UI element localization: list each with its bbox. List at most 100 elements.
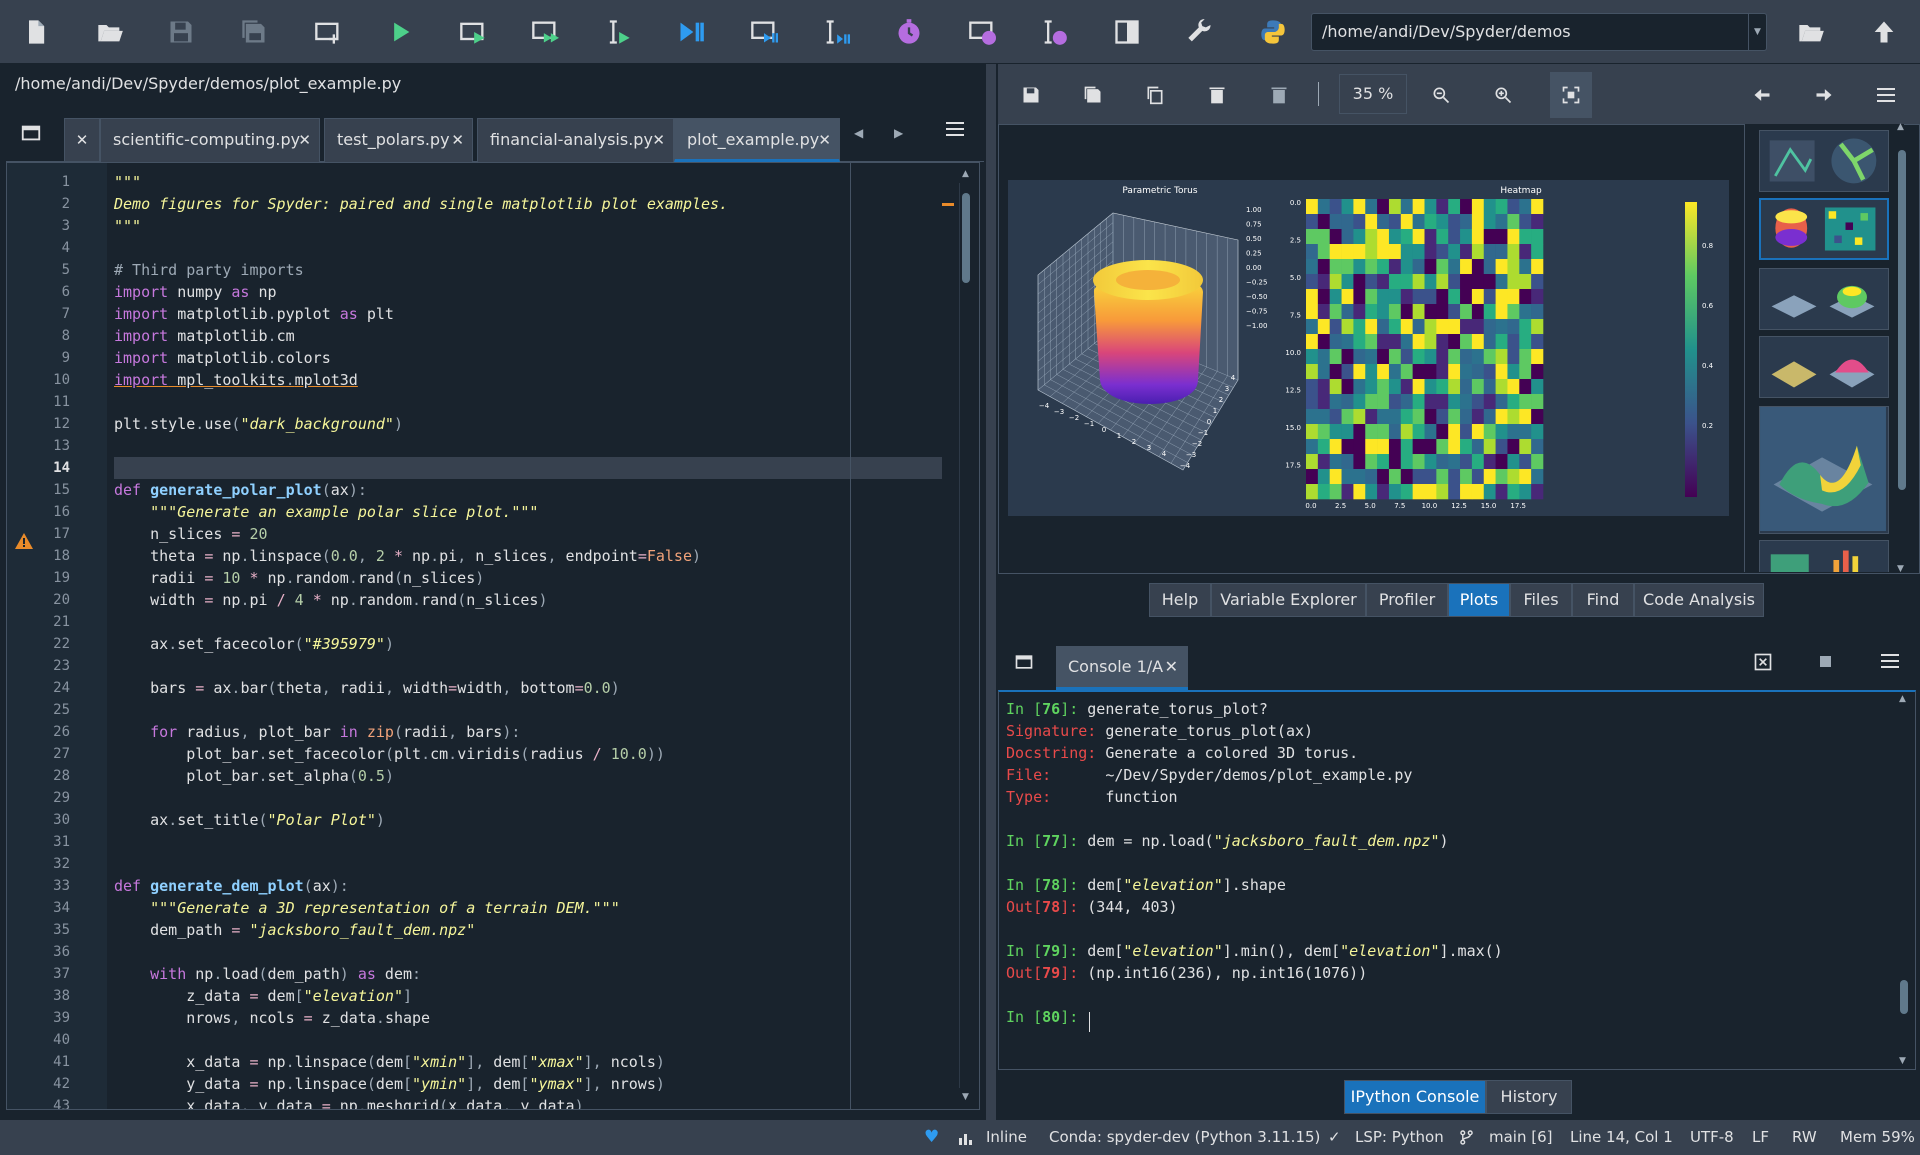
browse-folder-icon[interactable] <box>1793 14 1829 50</box>
parent-dir-icon[interactable] <box>1866 14 1902 50</box>
chevron-up-icon[interactable]: ▲ <box>962 169 969 179</box>
arrow-left-icon[interactable] <box>1747 80 1777 110</box>
chevron-up-icon[interactable]: ▲ <box>1897 122 1904 132</box>
editor-tab[interactable]: test_polars.py ✕ <box>324 118 473 162</box>
editor-tab[interactable]: financial-analysis.py ✕ <box>477 118 674 162</box>
browse-tabs-icon[interactable] <box>1014 652 1034 676</box>
run-cell-advance-icon[interactable] <box>527 14 563 50</box>
tab-ipython-console[interactable]: IPython Console <box>1344 1080 1486 1114</box>
zoom-level-field[interactable]: 35 % <box>1339 74 1407 114</box>
heatmap-cell <box>1436 334 1449 350</box>
debug-cell-icon[interactable] <box>746 14 782 50</box>
tab-files[interactable]: Files <box>1510 583 1572 617</box>
profile-selection-icon[interactable] <box>1036 14 1072 50</box>
scroll-tabs-left-icon[interactable]: ◀ <box>854 126 863 140</box>
new-cell-icon[interactable] <box>310 14 346 50</box>
debug-icon[interactable] <box>673 14 709 50</box>
arrow-right-icon[interactable] <box>1809 80 1839 110</box>
status-conda-env[interactable]: Conda: spyder-dev (Python 3.11.15) <box>1049 1120 1320 1155</box>
stop-icon[interactable] <box>1820 656 1831 667</box>
tab-help[interactable]: Help <box>1149 583 1211 617</box>
new-file-icon[interactable] <box>18 14 54 50</box>
console-tab[interactable]: Console 1/A ✕ <box>1056 646 1188 690</box>
heatmap-cell <box>1317 349 1330 365</box>
save-plot-icon[interactable] <box>1016 80 1046 110</box>
chevron-down-icon[interactable]: ▼ <box>1748 14 1766 50</box>
status-git-branch[interactable]: main [6] <box>1489 1120 1553 1155</box>
close-icon[interactable]: ✕ <box>451 119 464 161</box>
profile-icon[interactable] <box>891 14 927 50</box>
warning-icon[interactable] <box>15 533 33 549</box>
editor-tab[interactable]: scientific-computing.py ✕ <box>100 118 320 162</box>
run-cell-icon[interactable] <box>455 14 491 50</box>
chevron-down-icon[interactable]: ▼ <box>1899 1056 1906 1066</box>
code-line: ax.set_title("Polar Plot") <box>114 811 385 829</box>
tab-find[interactable]: Find <box>1572 583 1634 617</box>
options-menu-icon[interactable] <box>1881 654 1899 672</box>
tab-profiler[interactable]: Profiler <box>1366 583 1448 617</box>
zoom-out-icon[interactable] <box>1426 80 1456 110</box>
working-directory-combobox[interactable]: /home/andi/Dev/Spyder/demos ▼ <box>1311 13 1767 51</box>
trash-all-icon[interactable] <box>1264 80 1294 110</box>
save-all-icon[interactable] <box>236 14 272 50</box>
heatmap-cell <box>1495 424 1508 440</box>
remove-all-variables-icon[interactable] <box>1753 652 1773 676</box>
heatmap-cell <box>1424 349 1437 365</box>
options-menu-icon[interactable] <box>946 122 964 140</box>
tab-plots[interactable]: Plots <box>1448 583 1510 617</box>
status-backend[interactable]: Inline <box>986 1120 1027 1155</box>
plot-thumbnail[interactable] <box>1759 130 1889 192</box>
plot-thumbnail-selected[interactable] <box>1759 198 1889 260</box>
ipython-console[interactable]: In [76]: generate_torus_plot? Signature: … <box>998 690 1916 1070</box>
chevron-up-icon[interactable]: ▲ <box>1899 694 1906 704</box>
heatmap-cell <box>1460 424 1473 440</box>
save-icon[interactable] <box>163 14 199 50</box>
open-file-icon[interactable] <box>92 14 128 50</box>
scroll-tabs-right-icon[interactable]: ▶ <box>894 126 903 140</box>
save-all-plots-icon[interactable] <box>1078 80 1108 110</box>
plot-thumbnail[interactable] <box>1759 540 1889 572</box>
heatmap-cell <box>1377 289 1390 305</box>
plot-figure[interactable]: Parametric Torus Heatmap 1.00 0.75 0.50 0.2… <box>1008 180 1729 516</box>
options-menu-icon[interactable] <box>1871 80 1901 110</box>
console-scrollbar[interactable]: ▲ ▼ <box>1898 694 1910 1066</box>
z-tick-label: 0.75 <box>1246 221 1262 229</box>
close-icon[interactable]: ✕ <box>818 119 831 161</box>
close-icon[interactable]: ✕ <box>652 119 665 161</box>
fit-plot-icon[interactable] <box>1550 72 1592 118</box>
editor-scrollbar[interactable]: ▲ ▼ <box>959 169 971 1102</box>
status-lsp[interactable]: LSP: Python <box>1355 1120 1444 1155</box>
heatmap-cell <box>1329 484 1342 500</box>
code-editor[interactable]: 1 2 3 4 5 6 7 8 9 10 11 12 13 14 15 16 17 18 19 20 21 22 23 24 2… <box>6 162 980 1110</box>
zoom-in-icon[interactable] <box>1488 80 1518 110</box>
run-icon[interactable] <box>382 14 418 50</box>
maximize-pane-icon[interactable] <box>1109 14 1145 50</box>
heatmap-cell <box>1317 334 1330 350</box>
plot-thumbnail[interactable] <box>1759 336 1889 398</box>
profile-cell-icon[interactable] <box>964 14 1000 50</box>
plot-thumbnail[interactable] <box>1759 268 1889 330</box>
copy-icon[interactable] <box>1140 80 1170 110</box>
close-icon[interactable]: ✕ <box>64 118 100 162</box>
close-icon[interactable]: ✕ <box>1165 646 1178 688</box>
thumbnail-scrollbar[interactable]: ▲ ▼ <box>1896 122 1908 574</box>
chevron-down-icon[interactable]: ▼ <box>1897 564 1904 574</box>
run-selection-icon[interactable] <box>600 14 636 50</box>
tab-code-analysis[interactable]: Code Analysis <box>1634 583 1764 617</box>
preferences-icon[interactable] <box>1182 14 1218 50</box>
heatmap-cell <box>1353 454 1366 470</box>
tab-history[interactable]: History <box>1486 1080 1572 1114</box>
close-icon[interactable]: ✕ <box>298 119 311 161</box>
scrollbar-thumb[interactable] <box>1900 980 1908 1014</box>
trash-icon[interactable] <box>1202 80 1232 110</box>
scrollbar-thumb[interactable] <box>962 193 970 283</box>
python-path-icon[interactable] <box>1255 14 1291 50</box>
editor-tab-active[interactable]: plot_example.py ✕ <box>674 118 840 162</box>
heart-icon[interactable]: ♥ <box>924 1120 939 1155</box>
plot-thumbnail[interactable] <box>1759 406 1889 534</box>
tab-variable-explorer[interactable]: Variable Explorer <box>1211 583 1366 617</box>
scrollbar-thumb[interactable] <box>1898 150 1906 490</box>
browse-tabs-icon[interactable] <box>20 122 42 144</box>
heatmap-cell <box>1448 244 1461 260</box>
debug-selection-icon[interactable] <box>818 14 854 50</box>
